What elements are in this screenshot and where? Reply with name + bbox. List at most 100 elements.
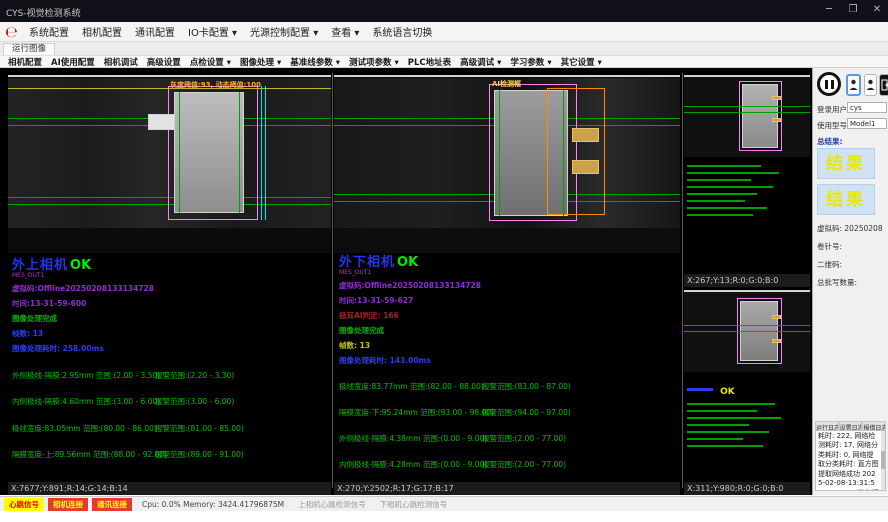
maximize-button[interactable]: ❐ [846,4,860,15]
measurement-row: 极线宽度:83.77mm 范围:(82.00 - 88.00)报警范围:(83.… [339,381,679,392]
menu-bar: ℮ 系统配置 相机配置 通讯配置 IO卡配置 ▾ 光源控制配置 ▾ 查看 ▾ 系… [0,22,888,42]
virtual-barcode-line: 虚拟码:Offline20250208133134728 [12,283,327,294]
baseline-green [684,106,810,107]
exit-door-icon [881,79,888,91]
minimize-button[interactable]: ─ [822,4,836,15]
cursor-coords-thumb-top: X:267;Y:13;R:0;G:0;B:0 [684,274,810,287]
micro-text-line [687,403,775,405]
mes-tag: MES_OUT1 [12,272,327,279]
micro-text-line [687,417,781,419]
tool-baseline-params[interactable]: 基准线参数 ▾ [290,56,340,68]
user-icon [849,79,858,91]
pause-button[interactable] [817,72,841,96]
frame-top-line [684,291,810,292]
login-user-field[interactable]: cys [847,102,887,113]
log-scrollbar[interactable] [881,431,885,490]
micro-text-line [687,424,749,426]
menu-io-config[interactable]: IO卡配置 ▾ [188,24,237,39]
toolbar: 相机配置 AI使用配置 相机调试 高级设置 点检设置 ▾ 图像处理 ▾ 基准线参… [0,55,888,68]
tool-advanced-settings[interactable]: 高级设置 [147,56,181,68]
roi-rect-pink [739,81,782,151]
thumbnail-view-bottom[interactable] [684,290,810,372]
tab-run-image[interactable]: 运行图像 [3,43,55,55]
menu-view[interactable]: 查看 ▾ [331,24,359,39]
title-bar: CYS-视觉检测系统 ─ ❐ ✕ [0,0,888,22]
menu-language-switch[interactable]: 系统语言切换 [372,24,432,39]
menu-camera-config[interactable]: 相机配置 [82,24,122,39]
exit-button[interactable] [879,74,888,96]
total-result-label: 总结果: [817,136,843,147]
model-label: 使用型号: [817,120,850,131]
ai-box-overlay-label: AI检测框 [492,79,521,89]
measurement-row: 内侧极线-隔膜:4.60mm 范围:(3.00 - 6.00)报警范围:(3.0… [12,396,327,407]
status-bar: 心跳信号 相机连接 通讯连接 Cpu: 0.0% Memory: 3424.41… [0,496,888,511]
cursor-coords-upper: X:7677;Y:891;R:14;G:14;B:14 [8,482,331,495]
tool-spot-check[interactable]: 点检设置 ▾ [190,56,231,68]
micro-text-line [687,186,773,188]
micro-text-line [687,388,713,391]
view-separator [682,73,683,488]
model-field[interactable]: Model1 [847,118,887,129]
tool-image-processing[interactable]: 图像处理 ▾ [240,56,281,68]
login-user-label: 登录用户: [817,104,850,115]
operator-button[interactable] [864,74,877,96]
app-window: CYS-视觉检测系统 ─ ❐ ✕ ℮ 系统配置 相机配置 通讯配置 IO卡配置 … [0,0,888,522]
tool-learning-params[interactable]: 学习参数 ▾ [510,56,551,68]
tool-plc-address[interactable]: PLC地址表 [408,56,451,68]
result-ok-label: OK [70,258,91,273]
close-button[interactable]: ✕ [870,4,884,15]
window-title: CYS-视觉检测系统 [6,6,81,19]
tool-other-settings[interactable]: 其它设置 ▾ [561,56,602,68]
cpu-memory-status: Cpu: 0.0% Memory: 3424.41796875M [142,500,284,509]
micro-text-line [687,207,767,209]
time-line: 时间:13-31-59-627 [339,295,679,306]
tool-camera-config[interactable]: 相机配置 [8,56,42,68]
app-logo-icon: ℮ [5,24,21,40]
micro-text-line [687,165,761,167]
roi-rect-orange [547,88,605,215]
micro-text-line [687,179,751,181]
thumbnail-view-top[interactable] [684,75,810,157]
micro-text-line [687,410,757,412]
virtual-barcode-label: 虚拟码: 20250208 [817,223,883,234]
edge-line-green [499,90,500,216]
camera-name-label: 外上相机 [12,258,68,273]
frame-top-line [8,76,331,77]
baseline-green [684,331,810,332]
tool-test-params[interactable]: 测试项参数 ▾ [349,56,399,68]
alarm-range: 报警范围:(2.00 - 77.00) [482,433,566,444]
lower-camera-heartbeat-label: 下相机心跳检测信号 [380,499,448,510]
frame-count-line: 帧数: 13 [12,328,327,339]
micro-text-line [687,431,769,433]
comm-connection-badge: 通讯连接 [92,498,132,511]
alarm-range: 报警范围:(83.00 - 87.00) [482,381,571,392]
connector-tab [148,114,175,130]
menu-system-config[interactable]: 系统配置 [29,24,69,39]
micro-text-line [687,172,779,174]
thumbnail-bottom-text: OK [684,376,810,480]
menu-comm-config[interactable]: 通讯配置 [135,24,175,39]
tab-highlight [772,118,781,122]
alarm-range: 报警范围:(94.00 - 97.00) [482,407,571,418]
menu-light-config[interactable]: 光源控制配置 ▾ [250,24,318,39]
tab-highlight [772,315,781,319]
micro-text-line [687,438,743,440]
camera-view-lower[interactable]: AI检测框 [334,75,680,253]
edge-line-cyan [261,86,262,220]
micro-text-line [687,200,745,202]
thumbnail-top-text [684,160,810,274]
process-time-line: 图像处理耗时: 143.00ms [339,355,679,366]
camera-view-upper[interactable]: 灰度阈值:93, 动态阈值:100 [8,75,331,253]
time-line: 时间:13-31-59-600 [12,298,327,309]
tool-advanced-debug[interactable]: 高级调试 ▾ [460,56,501,68]
pin-number-label: 卷针号: [817,241,842,252]
tool-camera-debug[interactable]: 相机调试 [104,56,138,68]
alarm-range: 报警范围:(2.20 - 3.30) [155,370,234,381]
login-user-button[interactable] [846,74,861,96]
alarm-range: 报警范围:(3.00 - 6.00) [155,396,234,407]
tool-ai-config[interactable]: AI使用配置 [51,56,95,68]
process-done-line: 图像处理完成 [12,313,327,324]
main-view-area: 灰度阈值:93, 动态阈值:100 外上相机OK MES_OUT1 虚拟码:Of… [0,68,812,495]
mes-tag: MES_OUT1 [339,269,679,276]
log-output[interactable]: 耗时: 222, 网络检测耗时: 17, 网络分类耗时: 0, 网络提取分类耗时… [815,430,886,491]
